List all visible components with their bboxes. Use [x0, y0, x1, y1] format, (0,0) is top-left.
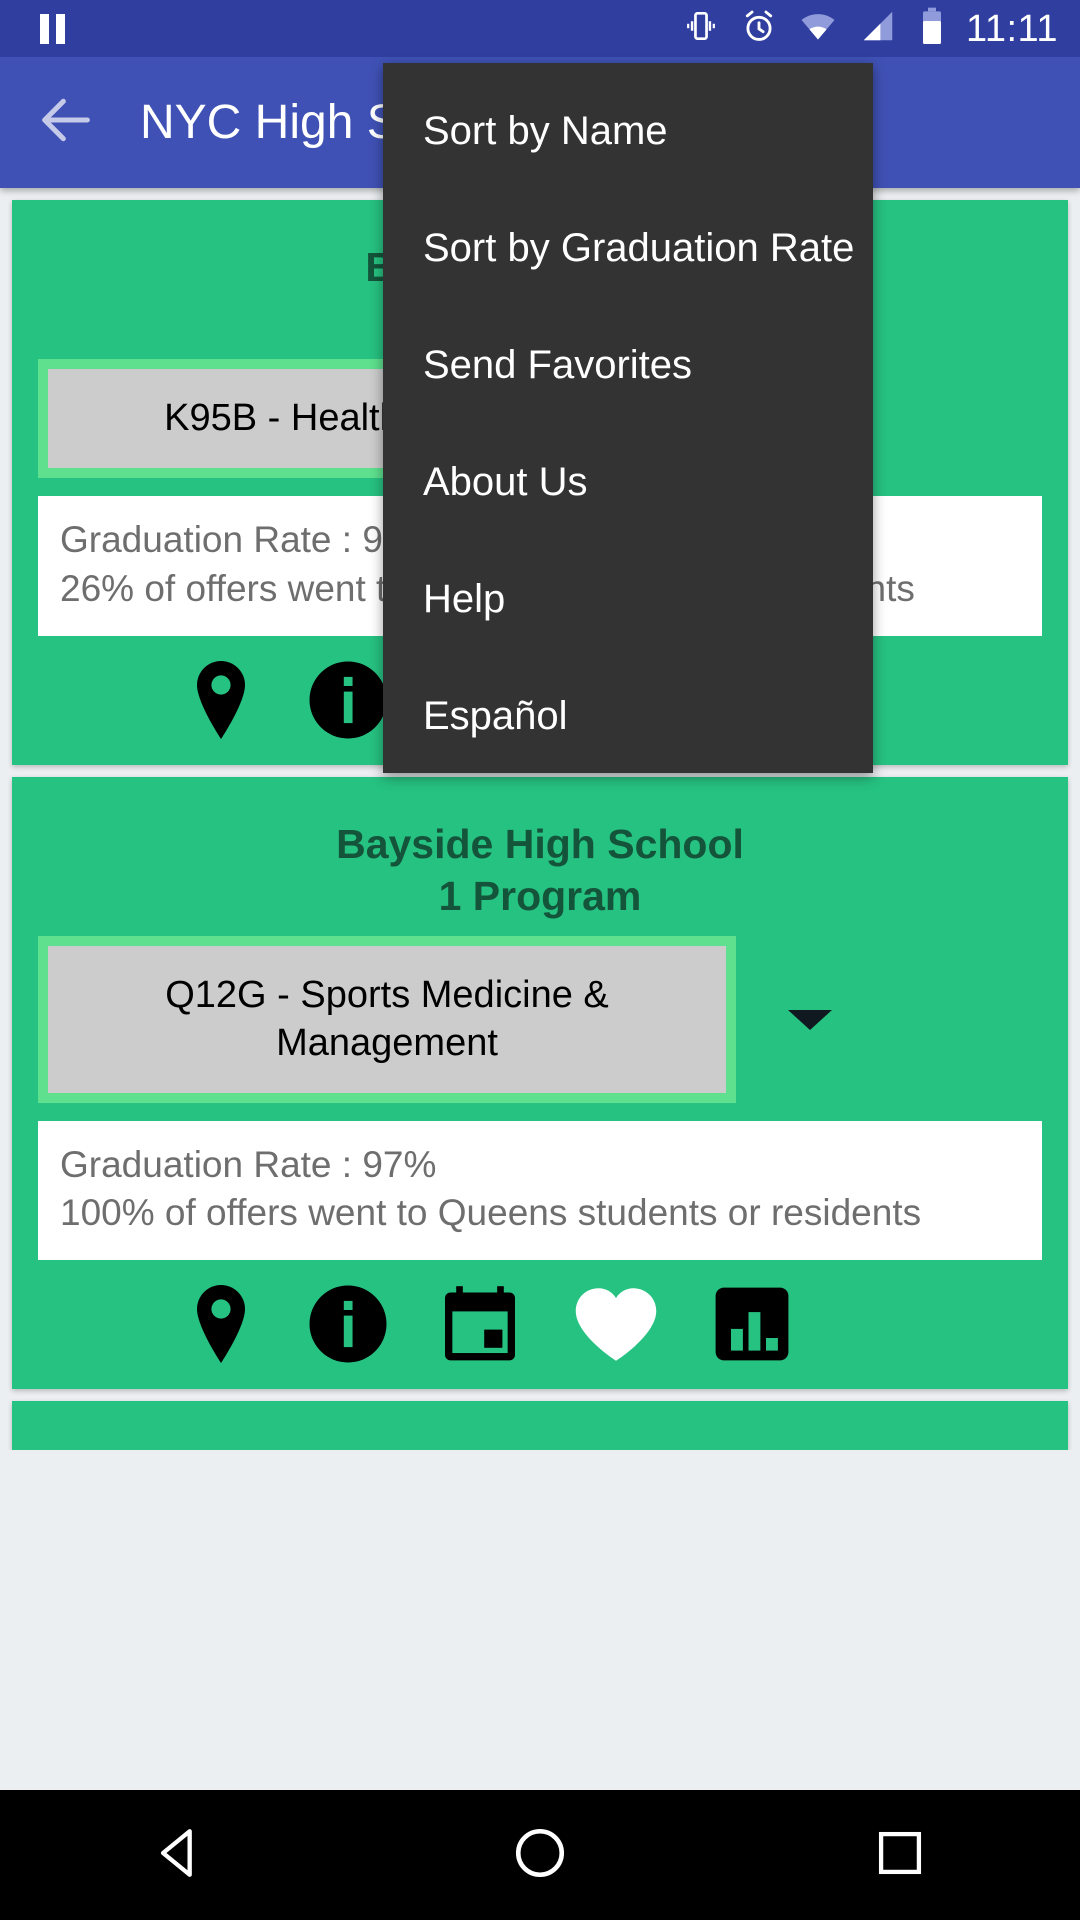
- info-icon[interactable]: [306, 658, 390, 747]
- circle-home-icon: [511, 1824, 569, 1887]
- nav-back-button[interactable]: [90, 1790, 270, 1920]
- menu-item-label: Send Favorites: [423, 343, 693, 387]
- school-info-box: Graduation Rate : 97% 100% of offers wen…: [38, 1120, 1042, 1261]
- overflow-menu[interactable]: Sort by Name Sort by Graduation Rate Sen…: [383, 63, 873, 773]
- menu-item-help[interactable]: Help: [383, 541, 873, 658]
- nav-home-button[interactable]: [450, 1790, 630, 1920]
- menu-item-label: About Us: [423, 460, 588, 504]
- nav-recents-button[interactable]: [810, 1790, 990, 1920]
- battery-icon: [918, 6, 946, 51]
- signal-icon: [858, 7, 898, 50]
- status-bar-right: 11:11: [682, 6, 1058, 51]
- menu-item-sort-by-graduation-rate[interactable]: Sort by Graduation Rate: [383, 190, 873, 307]
- status-bar-clock: 11:11: [966, 7, 1058, 50]
- selected-program-label: Q12G - Sports Medicine & Management: [48, 946, 726, 1093]
- location-pin-icon[interactable]: [184, 1282, 258, 1371]
- status-bar: 11:11: [0, 0, 1080, 57]
- school-name: Bayside High School: [336, 821, 744, 868]
- program-count: 1 Program: [438, 872, 642, 919]
- graduation-rate: Graduation Rate : 97%: [60, 1143, 437, 1185]
- info-icon[interactable]: [306, 1282, 390, 1371]
- card-action-row: [12, 1260, 1068, 1373]
- back-button[interactable]: [0, 88, 132, 157]
- menu-item-label: Sort by Name: [423, 109, 668, 153]
- location-pin-icon[interactable]: [184, 658, 258, 747]
- school-card[interactable]: Queens Gateway to Health Sciences: [12, 1401, 1068, 1450]
- bar-chart-icon[interactable]: [710, 1282, 794, 1371]
- menu-item-label: Español: [423, 694, 568, 738]
- android-nav-bar: [0, 1790, 1080, 1920]
- menu-item-label: Help: [423, 577, 506, 621]
- arrow-left-icon: [34, 88, 98, 157]
- phone-screen: 11:11 NYC High School Bedford Academy 1 …: [0, 0, 1080, 1920]
- menu-item-about-us[interactable]: About Us: [383, 424, 873, 541]
- pause-icon: [40, 13, 65, 44]
- school-card[interactable]: Bayside High School 1 Program Q12G - Spo…: [12, 777, 1068, 1390]
- square-recents-icon: [873, 1826, 927, 1885]
- alarm-icon: [740, 7, 778, 50]
- menu-item-espanol[interactable]: Español: [383, 658, 873, 775]
- heart-icon[interactable]: [570, 1282, 662, 1371]
- vibrate-icon: [682, 7, 720, 50]
- offers-note: 100% of offers went to Queens students o…: [60, 1192, 922, 1234]
- triangle-back-icon: [151, 1824, 209, 1887]
- status-bar-left: [40, 13, 65, 44]
- menu-item-label: Sort by Graduation Rate: [423, 226, 855, 270]
- calendar-icon[interactable]: [438, 1282, 522, 1371]
- school-name: Queens Gateway to Health Sciences: [12, 1401, 1068, 1450]
- menu-item-send-favorites[interactable]: Send Favorites: [383, 307, 873, 424]
- wifi-icon: [798, 7, 838, 50]
- menu-item-sort-by-name[interactable]: Sort by Name: [383, 73, 873, 190]
- chevron-down-icon[interactable]: [788, 1009, 832, 1030]
- program-selector-row: Q12G - Sports Medicine & Management: [12, 936, 1068, 1103]
- program-selector[interactable]: Q12G - Sports Medicine & Management: [38, 936, 736, 1103]
